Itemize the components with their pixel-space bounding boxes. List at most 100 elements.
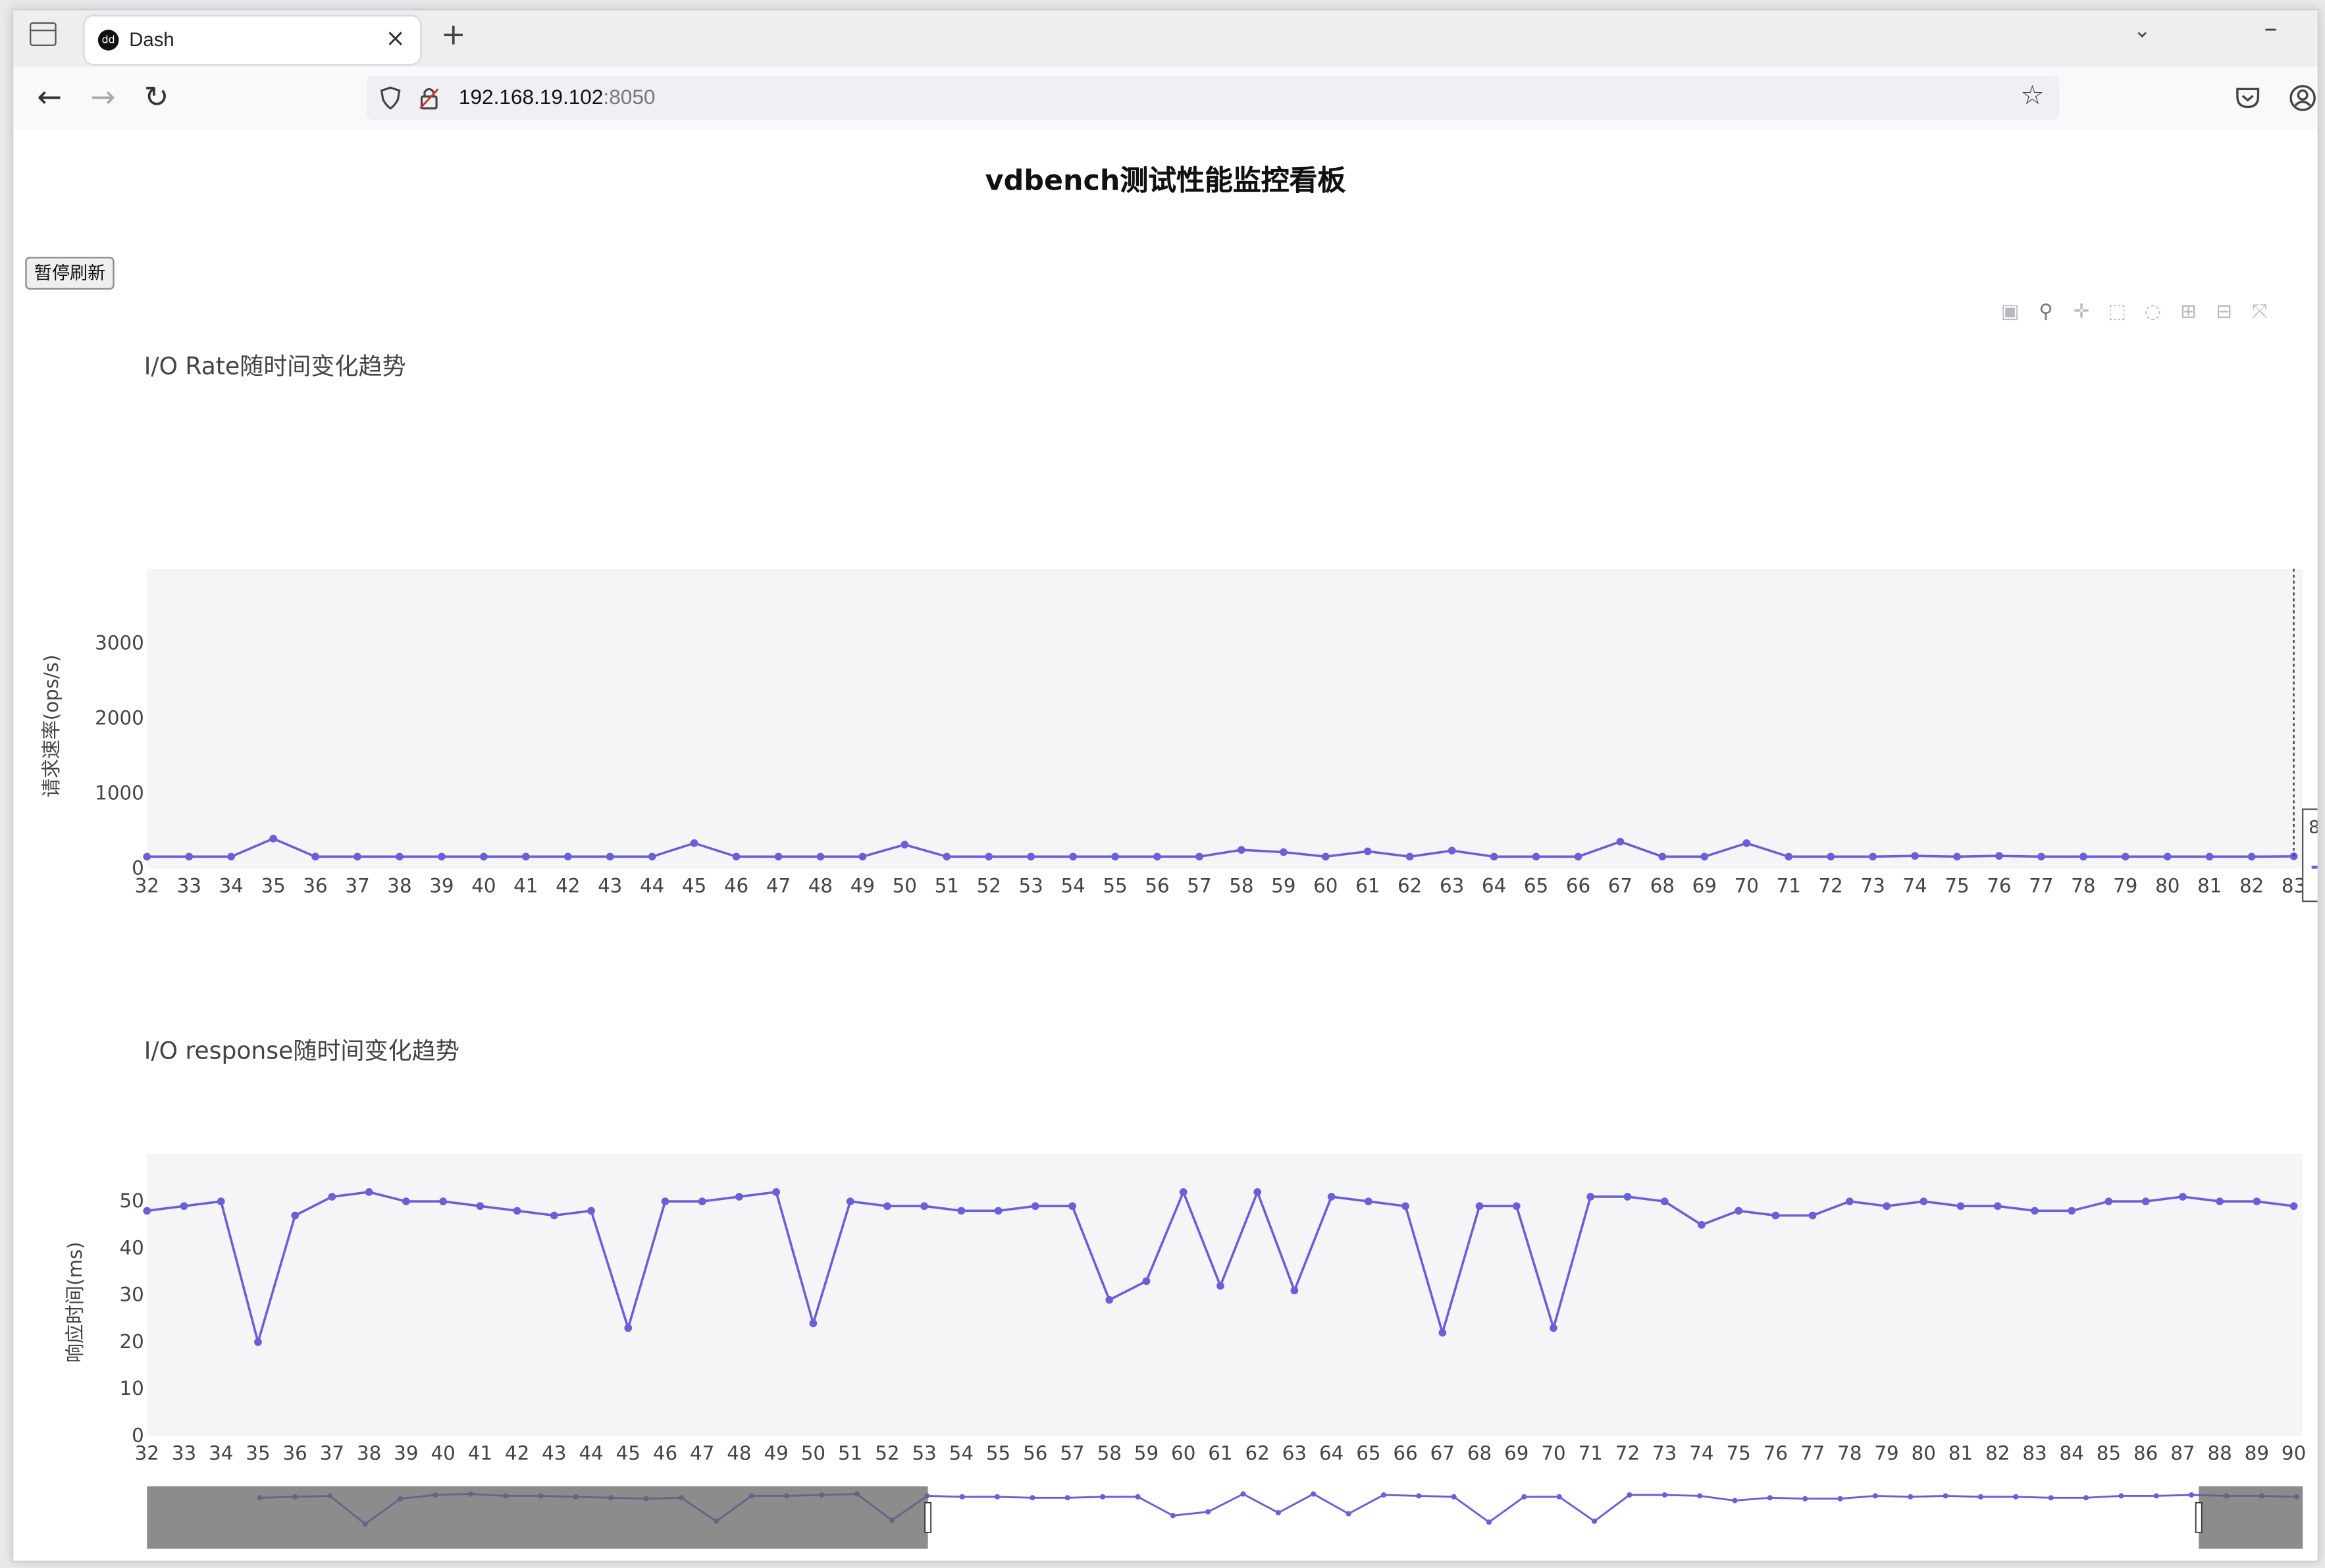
data-point[interactable] bbox=[2205, 852, 2214, 861]
data-point[interactable] bbox=[143, 852, 151, 861]
shield-icon[interactable] bbox=[379, 86, 402, 110]
data-point[interactable] bbox=[1069, 852, 1077, 861]
data-point[interactable] bbox=[2031, 1207, 2039, 1215]
data-point[interactable] bbox=[1153, 852, 1161, 861]
data-point[interactable] bbox=[291, 1211, 300, 1220]
data-point[interactable] bbox=[1920, 1197, 1928, 1205]
data-point[interactable] bbox=[1327, 1193, 1336, 1201]
data-point[interactable] bbox=[311, 852, 319, 861]
data-point[interactable] bbox=[396, 852, 404, 861]
data-point[interactable] bbox=[185, 852, 194, 861]
data-point[interactable] bbox=[1827, 852, 1835, 861]
data-point[interactable] bbox=[1405, 852, 1414, 861]
data-point[interactable] bbox=[1532, 852, 1540, 861]
data-point[interactable] bbox=[438, 852, 446, 861]
data-point[interactable] bbox=[1111, 852, 1119, 861]
data-point[interactable] bbox=[550, 1211, 558, 1220]
data-point[interactable] bbox=[1995, 852, 2003, 860]
data-point[interactable] bbox=[1574, 852, 1582, 861]
range-slider-handle-right[interactable] bbox=[2195, 1502, 2203, 1533]
close-icon[interactable]: × bbox=[385, 24, 405, 52]
data-point[interactable] bbox=[402, 1197, 410, 1205]
data-point[interactable] bbox=[1586, 1193, 1595, 1201]
pause-refresh-button[interactable]: 暂停刷新 bbox=[25, 257, 115, 290]
forward-icon[interactable]: → bbox=[91, 79, 116, 115]
data-point[interactable] bbox=[1068, 1202, 1076, 1211]
data-point[interactable] bbox=[2289, 1202, 2298, 1211]
data-point[interactable] bbox=[439, 1197, 447, 1205]
data-point[interactable] bbox=[1956, 1202, 1965, 1211]
data-point[interactable] bbox=[606, 852, 614, 861]
data-point[interactable] bbox=[2121, 852, 2129, 861]
data-point[interactable] bbox=[1142, 1277, 1151, 1286]
data-point[interactable] bbox=[994, 1207, 1003, 1215]
data-point[interactable] bbox=[254, 1338, 262, 1346]
data-point[interactable] bbox=[1623, 1193, 1632, 1201]
zoom-icon[interactable]: ⚲ bbox=[2035, 302, 2056, 324]
data-point[interactable] bbox=[1279, 848, 1288, 856]
chevron-down-icon[interactable]: ⌄ bbox=[2133, 19, 2151, 43]
data-point[interactable] bbox=[1105, 1295, 1114, 1304]
data-point[interactable] bbox=[698, 1197, 706, 1205]
data-point[interactable] bbox=[1238, 846, 1245, 854]
back-icon[interactable]: ← bbox=[37, 79, 62, 115]
data-point[interactable] bbox=[1364, 1197, 1372, 1205]
data-point[interactable] bbox=[1475, 1202, 1484, 1211]
data-point[interactable] bbox=[1290, 1286, 1299, 1295]
data-point[interactable] bbox=[2253, 1197, 2261, 1205]
data-point[interactable] bbox=[920, 1202, 928, 1211]
data-point[interactable] bbox=[957, 1207, 966, 1215]
data-point[interactable] bbox=[1438, 1328, 1447, 1337]
plot-area[interactable] bbox=[147, 1153, 2303, 1436]
data-point[interactable] bbox=[1195, 852, 1203, 861]
data-point[interactable] bbox=[943, 852, 951, 861]
data-point[interactable] bbox=[1845, 1197, 1854, 1205]
data-point[interactable] bbox=[2247, 852, 2256, 861]
data-point[interactable] bbox=[180, 1202, 188, 1211]
data-point[interactable] bbox=[2037, 852, 2045, 861]
data-point[interactable] bbox=[1027, 852, 1035, 861]
lock-icon[interactable] bbox=[417, 85, 441, 112]
data-point[interactable] bbox=[2216, 1197, 2224, 1205]
data-point[interactable] bbox=[1735, 1207, 1743, 1215]
io-response-chart[interactable]: I/O response随时间变化趋势响应时间(ms)0102030405032… bbox=[13, 1020, 2317, 1561]
data-point[interactable] bbox=[269, 835, 277, 843]
data-point[interactable] bbox=[1808, 1211, 1817, 1220]
data-point[interactable] bbox=[521, 852, 530, 861]
data-point[interactable] bbox=[1363, 847, 1372, 856]
data-point[interactable] bbox=[690, 839, 698, 847]
autoscale-icon[interactable]: ⤧ bbox=[2249, 302, 2270, 324]
io-rate-chart[interactable]: I/O Rate随时间变化趋势请求速率(ops/s)01000200030003… bbox=[13, 337, 2318, 916]
reload-icon[interactable]: ↻ bbox=[144, 79, 169, 115]
data-point[interactable] bbox=[846, 1197, 854, 1205]
tab-dash[interactable]: dd Dash × bbox=[84, 16, 421, 64]
range-slider-handle-left[interactable] bbox=[924, 1502, 932, 1533]
data-point[interactable] bbox=[1698, 1220, 1706, 1229]
pan-icon[interactable]: ✛ bbox=[2071, 302, 2092, 324]
data-point[interactable] bbox=[563, 852, 572, 861]
data-point[interactable] bbox=[353, 852, 361, 861]
data-point[interactable] bbox=[1179, 1188, 1188, 1196]
data-point[interactable] bbox=[1216, 1282, 1224, 1290]
data-point[interactable] bbox=[2163, 852, 2172, 861]
data-point[interactable] bbox=[328, 1193, 336, 1201]
data-point[interactable] bbox=[479, 852, 488, 861]
data-point[interactable] bbox=[1911, 852, 1919, 860]
data-point[interactable] bbox=[217, 1197, 225, 1205]
data-point[interactable] bbox=[1512, 1202, 1521, 1211]
pocket-icon[interactable] bbox=[2234, 85, 2261, 112]
data-point[interactable] bbox=[1448, 847, 1456, 855]
data-point[interactable] bbox=[2068, 1207, 2076, 1215]
data-point[interactable] bbox=[901, 841, 909, 849]
data-point[interactable] bbox=[1993, 1202, 2002, 1211]
url-text[interactable]: 192.168.19.102:8050 bbox=[459, 85, 656, 109]
data-point[interactable] bbox=[774, 852, 783, 861]
data-point[interactable] bbox=[648, 852, 656, 861]
tab-list-icon[interactable] bbox=[30, 22, 57, 46]
data-point[interactable] bbox=[1401, 1202, 1409, 1211]
url-bar[interactable]: 192.168.19.102:8050 ☆ bbox=[367, 76, 2060, 120]
data-point[interactable] bbox=[1253, 1188, 1262, 1196]
data-point[interactable] bbox=[2104, 1197, 2113, 1205]
data-point[interactable] bbox=[1953, 852, 1961, 861]
data-point[interactable] bbox=[883, 1202, 891, 1211]
